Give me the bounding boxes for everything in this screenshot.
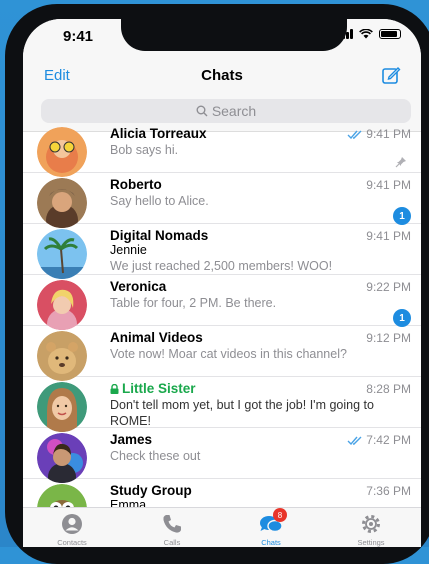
chat-message: Don't tell mom yet, but I got the job! I… <box>110 398 374 428</box>
chat-time: 7:36 PM <box>366 484 411 498</box>
unread-badge: 1 <box>393 207 411 225</box>
tab-label: Chats <box>261 538 281 547</box>
phone-icon <box>163 515 181 533</box>
chat-list: Alicia Torreaux Bob says hi. 9:41 PM Rob… <box>23 122 421 534</box>
chat-time: 9:41 PM <box>366 229 411 243</box>
pin-icon <box>395 157 406 168</box>
search-placeholder: Search <box>211 103 257 119</box>
avatar <box>37 127 87 177</box>
avatar <box>37 178 87 228</box>
chat-message: Bob says hi. <box>110 143 179 157</box>
chat-message: Check these out <box>110 449 201 463</box>
chat-sender: Jennie <box>110 243 147 257</box>
compose-icon[interactable] <box>381 65 401 85</box>
chat-row-digital-nomads[interactable]: Digital Nomads Jennie We just reached 2,… <box>23 224 421 279</box>
read-ticks-icon <box>347 130 362 139</box>
chat-time: 9:22 PM <box>366 280 411 294</box>
phone-frame: 9:41 Edit Chats Search Alicia Torreaux B… <box>5 4 429 564</box>
page-title: Chats <box>201 67 243 84</box>
battery-icon <box>379 29 401 39</box>
search-icon <box>196 105 208 117</box>
screen: 9:41 Edit Chats Search Alicia Torreaux B… <box>23 19 421 547</box>
avatar <box>37 433 87 483</box>
tab-label: Settings <box>357 538 385 547</box>
chat-row-veronica[interactable]: Veronica Table for four, 2 PM. Be there.… <box>23 275 421 330</box>
chat-time: 9:12 PM <box>366 331 411 345</box>
gear-icon <box>362 515 380 533</box>
tab-calls[interactable]: Calls <box>132 512 212 547</box>
status-time: 9:41 <box>63 28 94 45</box>
tab-label: Contacts <box>57 538 87 547</box>
chat-time: 8:28 PM <box>366 382 411 396</box>
chat-time: 9:41 PM <box>366 178 411 192</box>
chat-name: Little Sister <box>122 381 196 396</box>
read-ticks-icon <box>347 436 362 445</box>
chat-row-animal-videos[interactable]: Animal Videos Vote now! Moar cat videos … <box>23 326 421 381</box>
tab-settings[interactable]: Settings <box>331 512 411 547</box>
avatar <box>37 280 87 330</box>
contacts-icon <box>62 514 82 534</box>
wifi-icon <box>359 29 373 39</box>
notch <box>121 19 347 51</box>
unread-badge: 1 <box>393 309 411 327</box>
tab-chats[interactable]: 8 Chats <box>231 508 311 547</box>
status-icons <box>338 29 401 39</box>
chat-message: Table for four, 2 PM. Be there. <box>110 296 277 310</box>
chat-message: Say hello to Alice. <box>110 194 209 208</box>
avatar <box>37 382 87 432</box>
chat-time: 7:42 PM <box>366 433 411 447</box>
chat-message: We just reached 2,500 members! WOO! <box>110 259 333 273</box>
chat-row-roberto[interactable]: Roberto Say hello to Alice. 9:41 PM 1 <box>23 173 421 228</box>
nav-bar: Edit Chats <box>23 57 421 97</box>
chat-time: 9:41 PM <box>366 127 411 141</box>
tab-bar: Contacts Calls 8 Chats Settings <box>23 507 421 547</box>
tab-label: Calls <box>163 538 181 547</box>
tab-contacts[interactable]: Contacts <box>32 512 112 547</box>
avatar <box>37 229 87 279</box>
chat-row-little-sister[interactable]: Little Sister Don't tell mom yet, but I … <box>23 377 421 432</box>
chat-message: Vote now! Moar cat videos in this channe… <box>110 347 347 361</box>
avatar <box>37 331 87 381</box>
chat-row-james[interactable]: James Check these out 7:42 PM <box>23 428 421 483</box>
lock-icon <box>110 384 119 394</box>
tab-badge: 8 <box>273 508 287 522</box>
chat-row-alicia[interactable]: Alicia Torreaux Bob says hi. 9:41 PM <box>23 122 421 177</box>
search-input[interactable]: Search <box>41 99 411 123</box>
